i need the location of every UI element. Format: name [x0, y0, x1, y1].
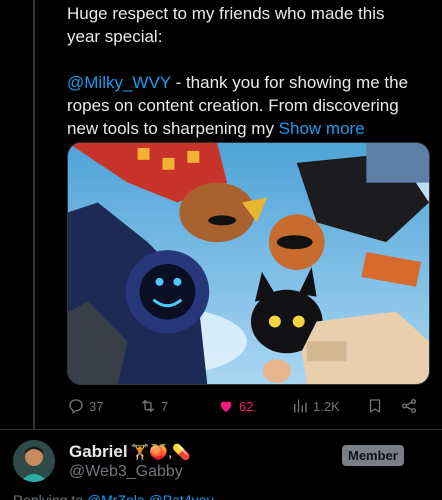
post-image[interactable] — [67, 142, 430, 385]
bar-chart-icon — [294, 399, 307, 413]
replying-to-mentions[interactable]: @MrZola @Pat4you ... — [87, 492, 230, 500]
user-name-row: Gabriel 🏋️🍑,💊 — [69, 442, 191, 462]
reply-post[interactable]: Gabriel 🏋️🍑,💊 @Web3_Gabby Member Replyin… — [0, 430, 442, 500]
like-button[interactable]: 62 — [217, 397, 253, 415]
post-line-3: @Milky_WVY - thank you for showing me th… — [67, 71, 427, 94]
member-badge: Member — [342, 445, 404, 466]
avatar-image — [13, 440, 55, 482]
repost-icon — [142, 400, 154, 412]
post-line-1: Huge respect to my friends who made this — [67, 4, 385, 23]
share-button[interactable] — [400, 397, 418, 415]
replying-to-prefix: Replying to — [13, 492, 87, 500]
bookmark-icon — [369, 399, 381, 413]
name-emojis: 🏋️🍑,💊 — [130, 444, 191, 461]
avatar[interactable] — [13, 440, 55, 482]
user-handle[interactable]: @Web3_Gabby — [69, 463, 183, 481]
reply-button[interactable]: 37 — [67, 397, 103, 415]
views-button[interactable]: 1.2K — [291, 397, 340, 415]
post-text: Huge respect to my friends who made this… — [67, 2, 427, 140]
cartoon-illustration — [68, 143, 429, 384]
view-count: 1.2K — [313, 398, 340, 414]
show-more-link[interactable]: Show more — [279, 119, 365, 138]
like-count: 62 — [239, 398, 254, 414]
bookmark-button[interactable] — [366, 397, 384, 415]
replying-to-line: Replying to @MrZola @Pat4you ... — [13, 492, 230, 500]
repost-count: 7 — [161, 398, 169, 414]
post-line-4: ropes on content creation. From discover… — [67, 96, 399, 115]
repost-button[interactable]: 7 — [139, 397, 168, 415]
post-line-2: year special: — [67, 27, 163, 46]
post-actions: 37 7 62 1.2K — [67, 394, 427, 420]
user-name[interactable]: Gabriel — [69, 442, 128, 462]
reply-count: 37 — [89, 398, 104, 414]
heart-icon — [220, 401, 232, 412]
share-icon — [401, 398, 417, 414]
reply-icon — [69, 399, 83, 415]
thread-line — [33, 0, 35, 430]
post-line-3-text: - thank you for showing me the — [170, 73, 409, 92]
post-line-5-text: new tools to sharpening my — [67, 119, 279, 138]
mention-link[interactable]: @Milky_WVY — [67, 73, 171, 92]
post-line-5: new tools to sharpening my Show more — [67, 117, 427, 140]
